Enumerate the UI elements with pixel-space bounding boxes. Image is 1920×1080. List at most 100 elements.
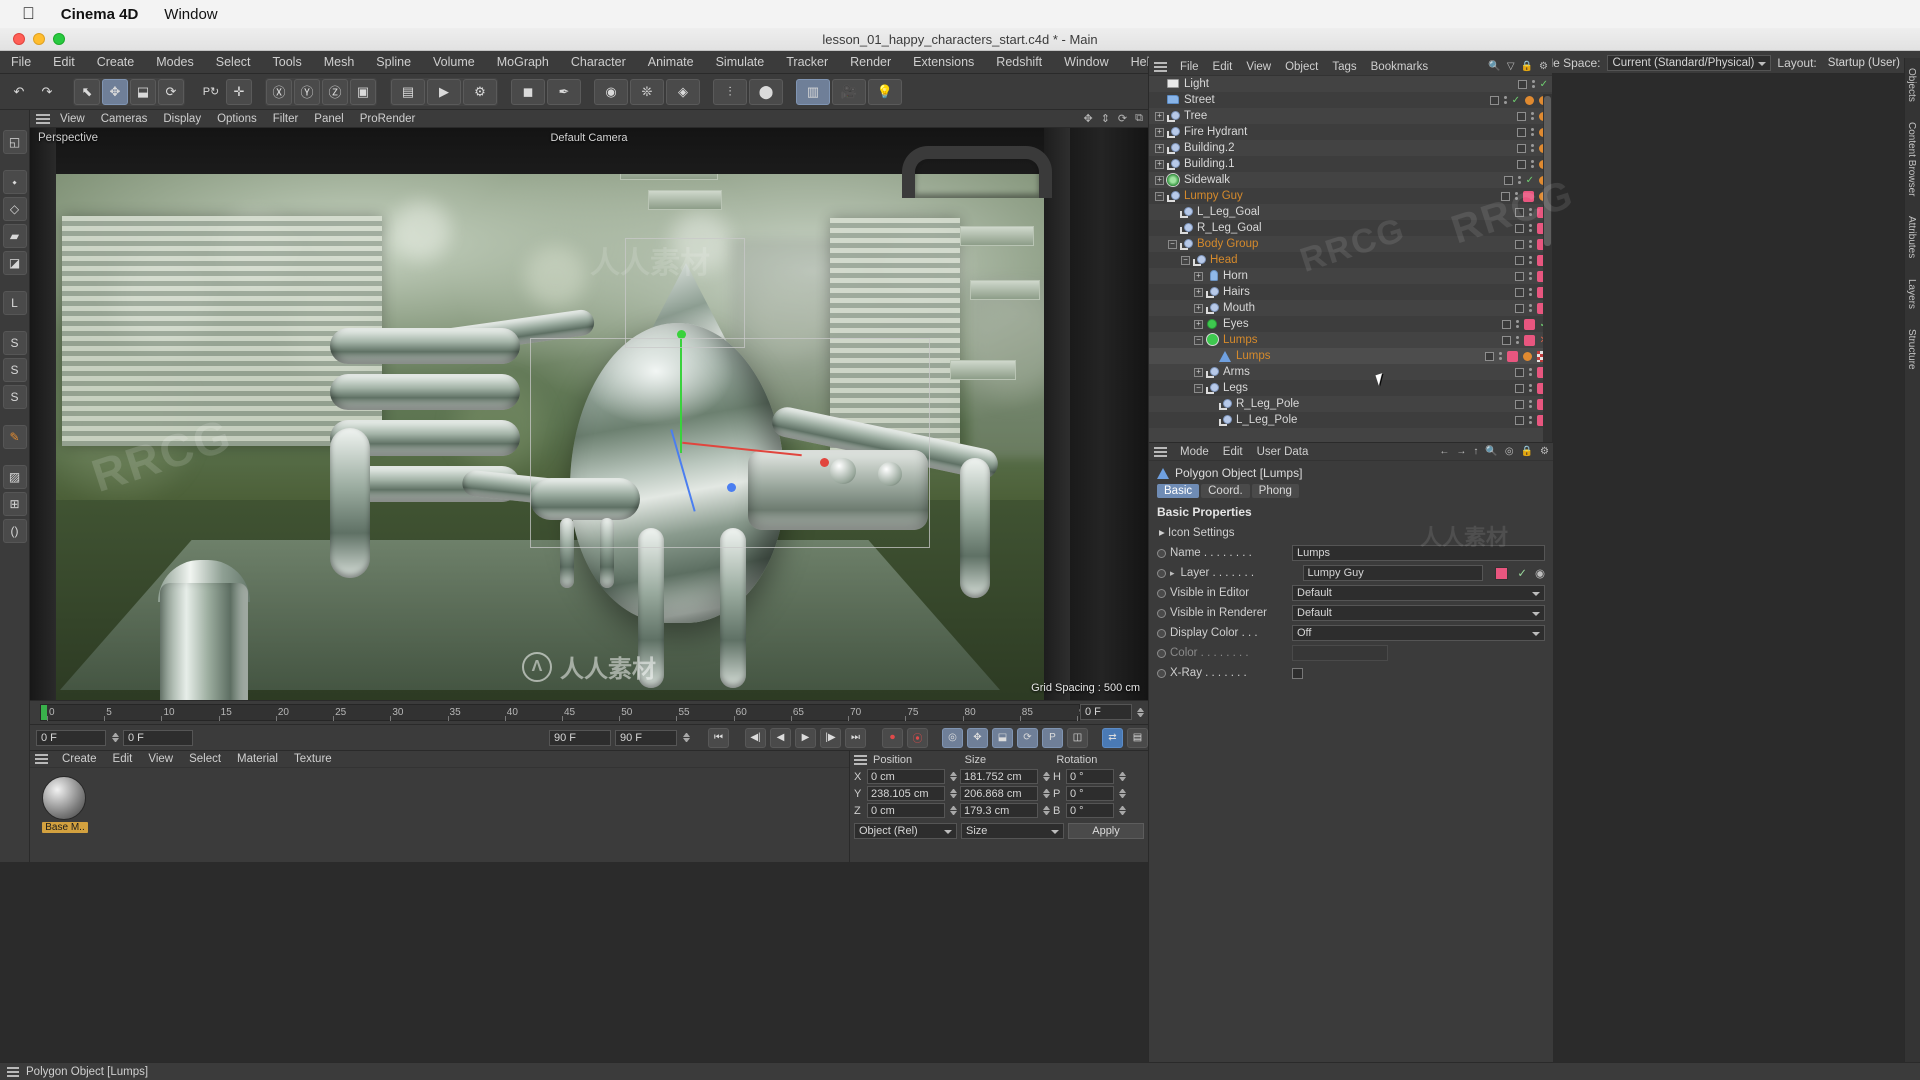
object-tree-row[interactable]: R_Leg_Goal — [1149, 220, 1552, 236]
collapse-toggle[interactable]: − — [1194, 335, 1203, 345]
visibility-dot-upper[interactable] — [1515, 399, 1524, 409]
property-select[interactable]: Off — [1292, 625, 1545, 641]
material-panel-menu-icon[interactable] — [35, 754, 48, 764]
lock-z-axis-button[interactable]: Ⓩ — [322, 78, 348, 105]
attributes-menu-edit[interactable]: Edit — [1216, 446, 1250, 458]
current-frame-field-2[interactable]: 0 F — [123, 729, 193, 746]
visibility-dot-upper[interactable] — [1501, 191, 1510, 201]
pla-key-button[interactable]: ◫ — [1067, 727, 1088, 748]
visibility-dots[interactable] — [1531, 112, 1534, 120]
forward-arrow-icon[interactable]: → — [1456, 446, 1466, 457]
object-tree-row[interactable]: + Mouth — [1149, 300, 1552, 316]
object-tree-row[interactable]: + Fire Hydrant — [1149, 124, 1552, 140]
icon-settings-group[interactable]: ▸ Icon Settings — [1149, 523, 1553, 543]
property-anim-dot[interactable] — [1157, 628, 1166, 638]
visibility-dots[interactable] — [1531, 80, 1535, 88]
visibility-dot-upper[interactable] — [1501, 319, 1511, 329]
link-view-button[interactable]: ⇄ — [1102, 727, 1123, 748]
object-tree-row[interactable]: − Lumpy Guy — [1149, 188, 1552, 204]
array-generator-button[interactable]: ❊ — [630, 78, 664, 105]
object-tree-scrollbar[interactable] — [1543, 94, 1552, 442]
menu-mesh[interactable]: Mesh — [313, 51, 366, 74]
visibility-dot-upper[interactable] — [1515, 367, 1524, 377]
render-region-button[interactable]: ▶ — [427, 78, 461, 105]
object-tree-scroll-thumb[interactable] — [1544, 96, 1551, 246]
visibility-dots[interactable] — [1503, 96, 1507, 104]
object-tree-row[interactable]: + Sidewalk ✓ — [1149, 172, 1552, 188]
menu-file[interactable]: File — [0, 51, 42, 74]
lock-icon[interactable]: 🔒 — [1521, 446, 1533, 457]
menu-volume[interactable]: Volume — [422, 51, 486, 74]
viewport-menu-display[interactable]: Display — [155, 113, 209, 125]
expand-toggle[interactable]: + — [1155, 143, 1164, 153]
size-field[interactable]: 206.868 cm — [960, 786, 1038, 801]
visibility-dots[interactable] — [1529, 304, 1532, 312]
edge-tab-attributes[interactable]: Attributes — [1905, 206, 1918, 268]
menu-spline[interactable]: Spline — [365, 51, 422, 74]
viewport-canvas[interactable]: Perspective Default Camera Grid Spacing … — [30, 128, 1148, 700]
visibility-dot-upper[interactable] — [1515, 271, 1524, 281]
property-anim-dot[interactable] — [1157, 548, 1166, 558]
property-anim-dot[interactable] — [1157, 588, 1166, 598]
visibility-dot-upper[interactable] — [1515, 239, 1524, 249]
collapse-toggle[interactable]: − — [1168, 239, 1177, 249]
object-tree-row[interactable]: Lumps — [1149, 348, 1552, 364]
menu-tools[interactable]: Tools — [262, 51, 313, 74]
visibility-dots[interactable] — [1529, 368, 1532, 376]
viewport-panel-menu-icon[interactable] — [36, 113, 50, 124]
go-to-start-button[interactable]: ⏮ — [708, 727, 729, 748]
object-tree-row[interactable]: − Lumps ✕ — [1149, 332, 1552, 348]
texture-mode-tool[interactable]: S — [2, 331, 27, 355]
menu-window[interactable]: Window — [1053, 51, 1119, 74]
viewport-menu-options[interactable]: Options — [209, 113, 265, 125]
object-tree[interactable]: Light ✓ Street ✓ + Tree + Fire Hydrant + Building… — [1149, 76, 1552, 442]
layer-picker-icon[interactable]: ◉ — [1535, 566, 1545, 580]
layer-value-field[interactable]: Lumpy Guy — [1302, 565, 1484, 581]
visibility-dots[interactable] — [1529, 208, 1532, 216]
menu-mograph[interactable]: MoGraph — [486, 51, 560, 74]
start-frame-field[interactable]: 0 F — [36, 729, 106, 746]
timeline-ruler[interactable]: 051015202530354045505560657075808590 0 F — [30, 700, 1148, 724]
visibility-dot-upper[interactable] — [1485, 351, 1494, 361]
render-settings-button[interactable]: ⚙ — [463, 78, 497, 105]
camera-object-button[interactable]: 🎥 — [832, 78, 866, 105]
scale-view-icon[interactable]: ⇕ — [1101, 112, 1110, 125]
rotate-tool-button[interactable]: ⟳ — [158, 78, 184, 105]
object-tree-row[interactable]: + Tree — [1149, 108, 1552, 124]
viewport-menu-panel[interactable]: Panel — [306, 113, 351, 125]
record-active-objects-button[interactable]: ⏺ — [882, 727, 903, 748]
lock-x-axis-button[interactable]: Ⓧ — [266, 78, 292, 105]
frame-spinner[interactable] — [1137, 707, 1144, 717]
points-mode-tool[interactable]: ⬩ — [2, 170, 27, 194]
filter-icon[interactable]: ▽ — [1507, 61, 1515, 72]
visibility-dot-upper[interactable] — [1517, 159, 1526, 169]
visibility-dots[interactable] — [1529, 224, 1532, 232]
object-tree-row[interactable]: + Arms — [1149, 364, 1552, 380]
menu-redshift[interactable]: Redshift — [985, 51, 1053, 74]
edge-tab-content-browser[interactable]: Content Browser — [1905, 112, 1918, 206]
expand-toggle[interactable]: + — [1194, 319, 1203, 329]
quantize-tool[interactable]: ⊞ — [2, 492, 27, 516]
position-field[interactable]: 238.105 cm — [867, 786, 945, 801]
magnet-tool[interactable]: ✎ — [2, 425, 27, 449]
size-field[interactable]: 179.3 cm — [960, 803, 1038, 818]
attributes-menu-user-data[interactable]: User Data — [1250, 446, 1316, 458]
size-mode-select[interactable]: Size — [961, 823, 1064, 839]
size-spinner[interactable] — [1043, 789, 1050, 798]
visibility-dots[interactable] — [1529, 416, 1532, 424]
property-anim-dot[interactable] — [1157, 608, 1166, 618]
edge-tab-structure[interactable]: Structure — [1905, 319, 1918, 380]
edge-tab-objects[interactable]: Objects — [1905, 58, 1918, 112]
viewport-menu-cameras[interactable]: Cameras — [93, 113, 156, 125]
object-menu-view[interactable]: View — [1239, 61, 1278, 73]
coordinate-system-select[interactable]: Object (Rel) — [854, 823, 957, 839]
visibility-dot-upper[interactable] — [1515, 303, 1524, 313]
rotation-spinner[interactable] — [1119, 772, 1126, 781]
visibility-dot-upper[interactable] — [1515, 207, 1524, 217]
rotation-key-button[interactable]: ⟳ — [1017, 727, 1038, 748]
size-spinner[interactable] — [1043, 772, 1050, 781]
menu-modes[interactable]: Modes — [145, 51, 205, 74]
visibility-dot-upper[interactable] — [1515, 415, 1524, 425]
menu-select[interactable]: Select — [205, 51, 262, 74]
collapse-toggle[interactable]: − — [1181, 255, 1190, 265]
